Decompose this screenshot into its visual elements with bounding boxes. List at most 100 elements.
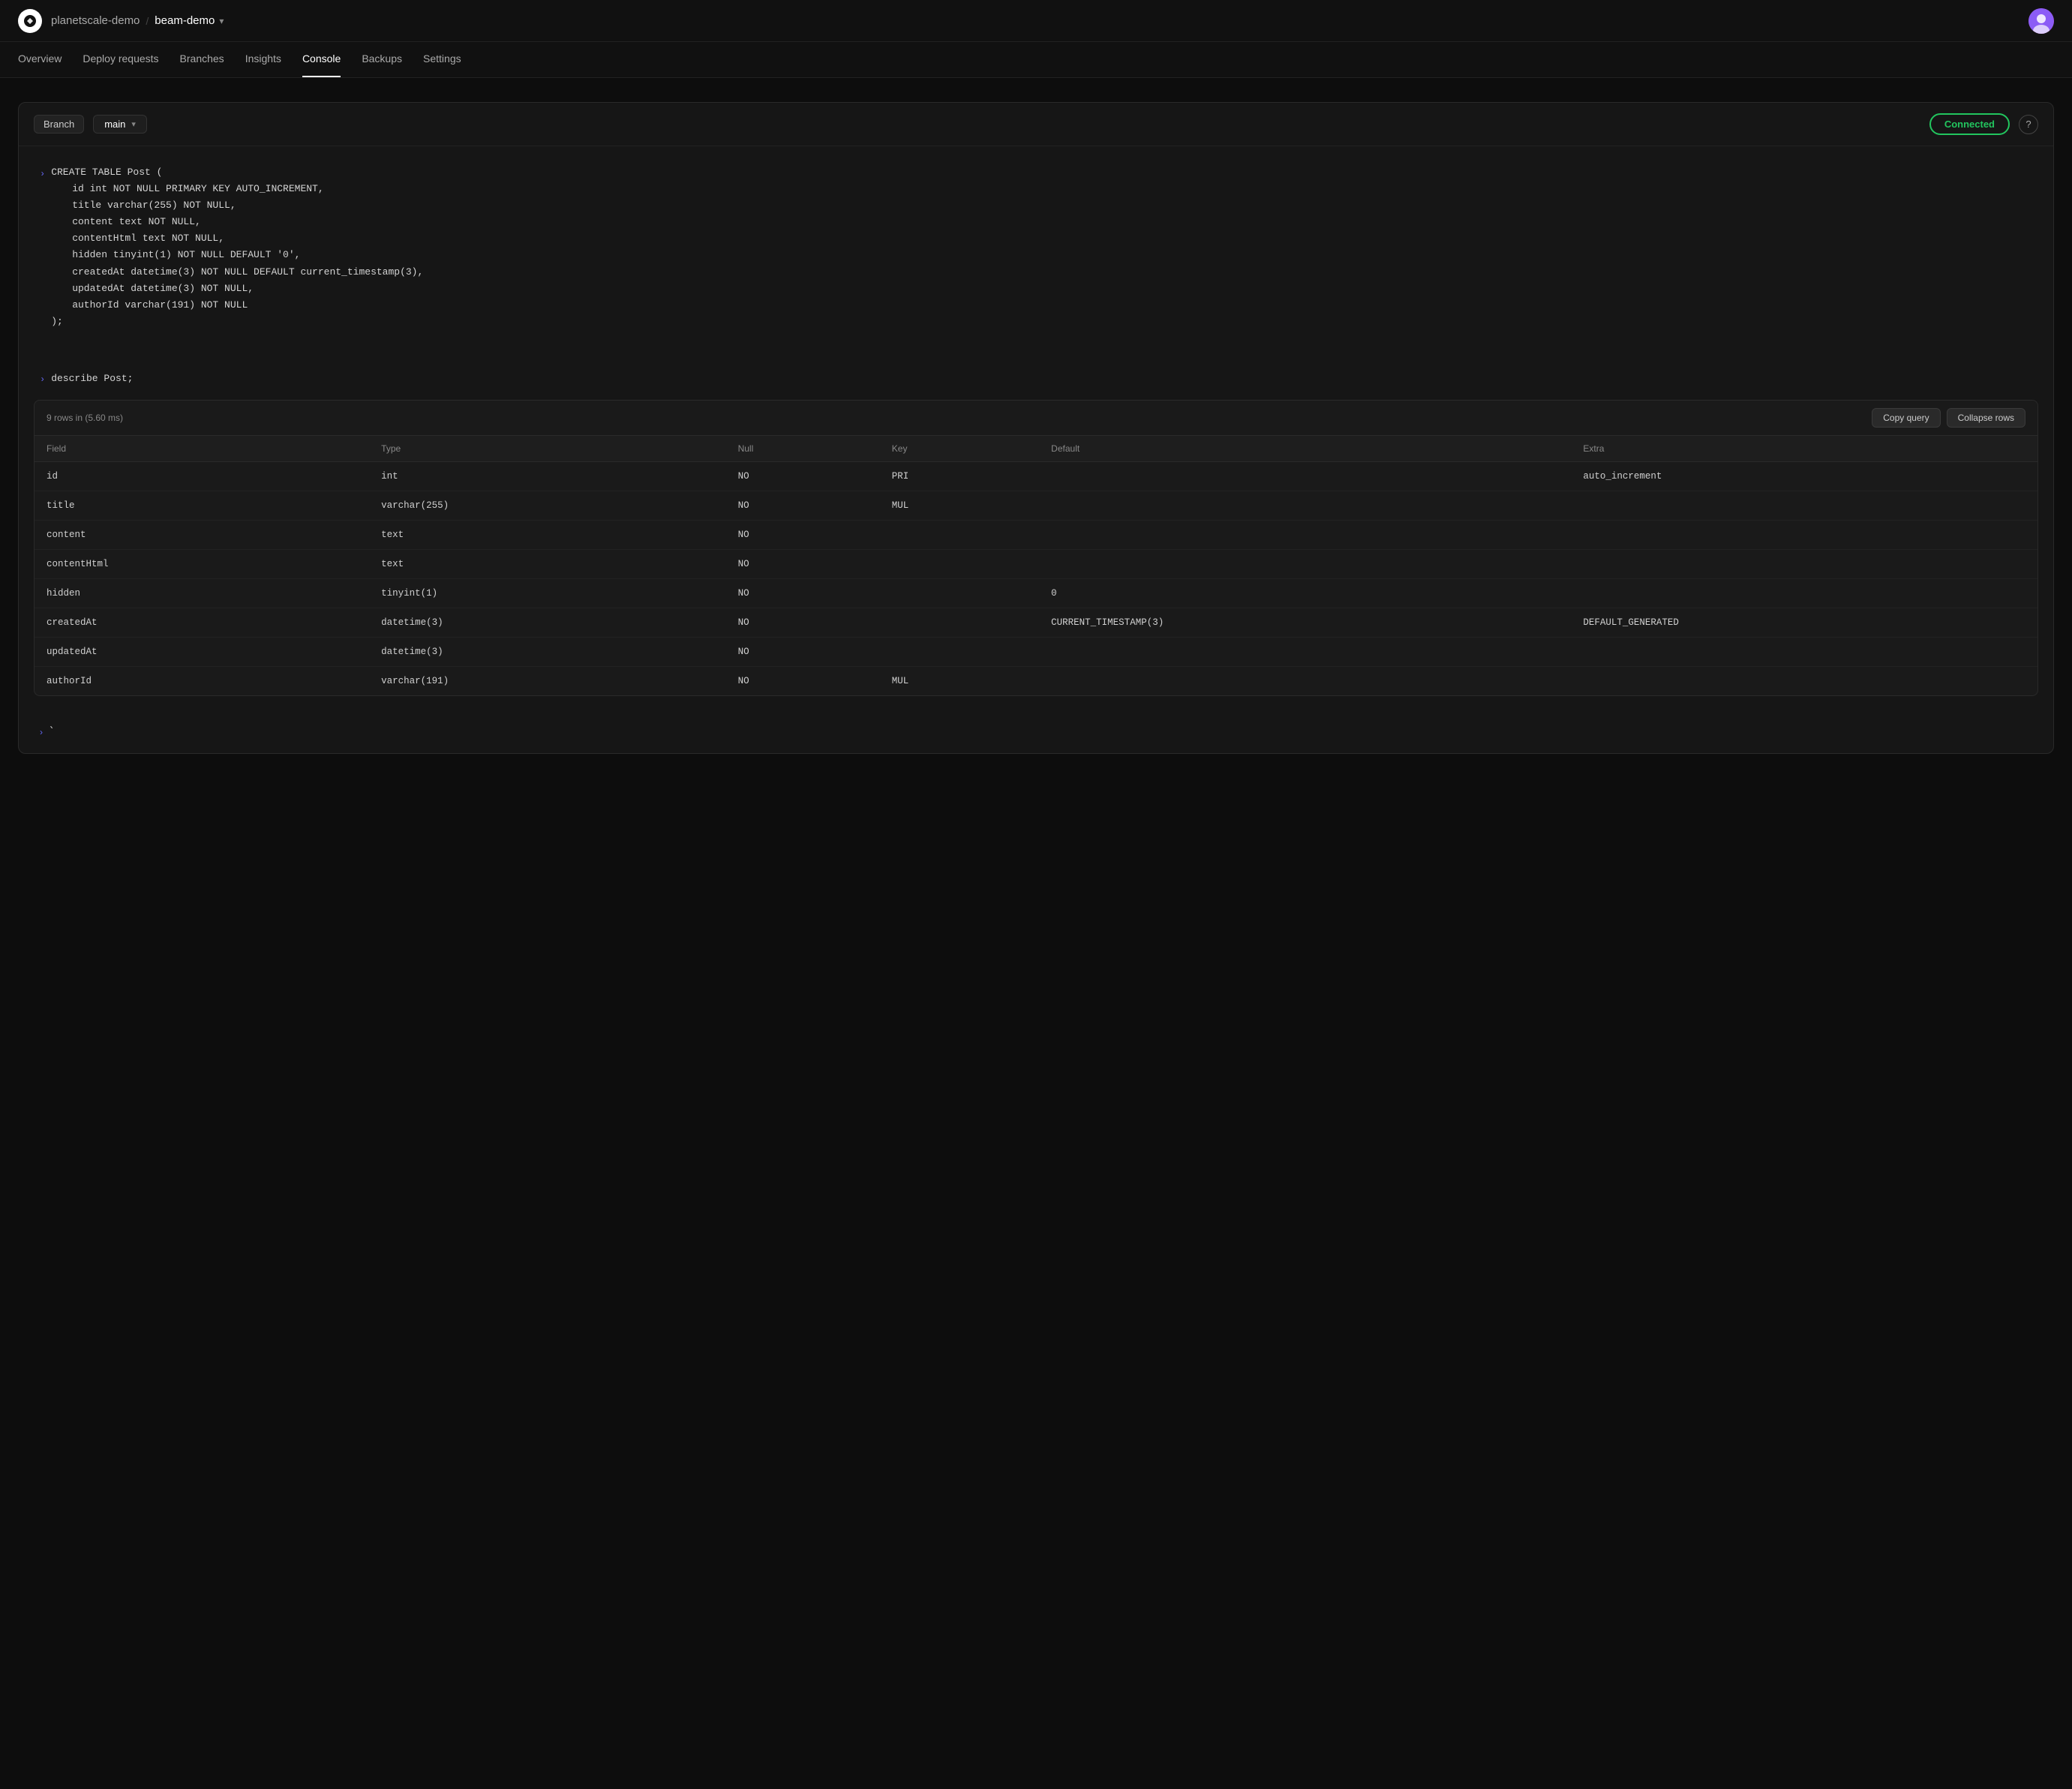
results-actions: Copy query Collapse rows (1872, 408, 2025, 428)
cell-default (1039, 520, 1571, 549)
topbar: planetscale-demo / beam-demo ▾ (0, 0, 2072, 42)
branch-label: Branch (34, 115, 84, 134)
cell-null: NO (726, 520, 880, 549)
cell-field: content (35, 520, 369, 549)
cell-field: hidden (35, 578, 369, 608)
cell-key: MUL (880, 491, 1039, 520)
cell-extra: DEFAULT_GENERATED (1571, 608, 2037, 637)
breadcrumb-separator: / (146, 15, 149, 27)
code-line-hidden: hidden tinyint(1) NOT NULL DEFAULT '0', (51, 247, 423, 263)
branch-bar: Branch main ▾ Connected ? (19, 103, 2053, 146)
nav-console[interactable]: Console (302, 42, 341, 77)
cell-key: MUL (880, 666, 1039, 695)
branch-select[interactable]: main ▾ (93, 115, 147, 134)
console-panel: Branch main ▾ Connected ? › CREATE TABLE… (18, 102, 2054, 754)
cell-field: id (35, 461, 369, 491)
describe-block: › describe Post; (19, 366, 2053, 391)
code-line-updatedat: updatedAt datetime(3) NOT NULL, (51, 281, 423, 297)
code-line-create: CREATE TABLE Post ( (51, 164, 423, 181)
nav-deploy-requests[interactable]: Deploy requests (83, 42, 158, 77)
cell-extra (1571, 637, 2037, 666)
help-icon[interactable]: ? (2019, 115, 2038, 134)
cell-key (880, 608, 1039, 637)
cell-field: contentHtml (35, 549, 369, 578)
collapse-rows-button[interactable]: Collapse rows (1947, 408, 2025, 428)
cell-null: NO (726, 637, 880, 666)
branch-chevron-icon: ▾ (131, 119, 136, 129)
cell-null: NO (726, 549, 880, 578)
cell-type: int (369, 461, 725, 491)
cell-extra (1571, 578, 2037, 608)
col-extra: Extra (1571, 436, 2037, 462)
main-content: Branch main ▾ Connected ? › CREATE TABLE… (0, 78, 2072, 778)
nav-branches[interactable]: Branches (180, 42, 224, 77)
cell-key (880, 520, 1039, 549)
cell-key (880, 578, 1039, 608)
repo-name[interactable]: beam-demo ▾ (155, 14, 224, 27)
cell-null: NO (726, 461, 880, 491)
table-row: idintNOPRIauto_increment (35, 461, 2037, 491)
results-area: 9 rows in (5.60 ms) Copy query Collapse … (34, 400, 2038, 696)
code-line-createdat: createdAt datetime(3) NOT NULL DEFAULT c… (51, 264, 423, 281)
cell-default (1039, 491, 1571, 520)
repo-chevron-icon: ▾ (219, 16, 224, 26)
cell-null: NO (726, 666, 880, 695)
copy-query-button[interactable]: Copy query (1872, 408, 1940, 428)
cell-field: title (35, 491, 369, 520)
cell-type: text (369, 520, 725, 549)
table-row: contenttextNO (35, 520, 2037, 549)
describe-line: › describe Post; (34, 366, 2038, 391)
col-null: Null (726, 436, 880, 462)
cell-default (1039, 461, 1571, 491)
cell-null: NO (726, 578, 880, 608)
cell-type: datetime(3) (369, 637, 725, 666)
code-line-close: ); (51, 314, 423, 330)
table-header-row: Field Type Null Key Default Extra (35, 436, 2037, 462)
cell-extra (1571, 491, 2037, 520)
org-name[interactable]: planetscale-demo (51, 14, 140, 27)
cell-extra: auto_increment (1571, 461, 2037, 491)
cell-type: varchar(191) (369, 666, 725, 695)
table-row: authorIdvarchar(191)NOMUL (35, 666, 2037, 695)
cursor-line: › ` (19, 711, 2053, 753)
nav-overview[interactable]: Overview (18, 42, 62, 77)
cell-default (1039, 666, 1571, 695)
subnav: Overview Deploy requests Branches Insigh… (0, 42, 2072, 78)
logo-icon (18, 9, 42, 33)
cell-type: varchar(255) (369, 491, 725, 520)
cell-null: NO (726, 608, 880, 637)
cell-type: text (369, 549, 725, 578)
code-line-content: content text NOT NULL, (51, 214, 423, 230)
nav-backups[interactable]: Backups (362, 42, 402, 77)
cell-extra (1571, 666, 2037, 695)
cell-default (1039, 549, 1571, 578)
col-key: Key (880, 436, 1039, 462)
avatar[interactable] (2028, 8, 2054, 34)
cell-field: createdAt (35, 608, 369, 637)
cell-type: datetime(3) (369, 608, 725, 637)
cell-default (1039, 637, 1571, 666)
table-row: contentHtmltextNO (35, 549, 2037, 578)
nav-insights[interactable]: Insights (245, 42, 281, 77)
col-field: Field (35, 436, 369, 462)
table-row: createdAtdatetime(3)NOCURRENT_TIMESTAMP(… (35, 608, 2037, 637)
cell-default: 0 (1039, 578, 1571, 608)
cursor-chevron-icon: › (40, 727, 43, 737)
cell-type: tinyint(1) (369, 578, 725, 608)
cell-extra (1571, 549, 2037, 578)
results-meta: 9 rows in (5.60 ms) (47, 413, 123, 423)
cell-key (880, 549, 1039, 578)
branch-value: main (104, 119, 125, 130)
table-row: titlevarchar(255)NOMUL (35, 491, 2037, 520)
code-block2-chevron[interactable]: › (40, 374, 45, 385)
code-block1-chevron[interactable]: › (40, 167, 45, 182)
cell-null: NO (726, 491, 880, 520)
code-line-title: title varchar(255) NOT NULL, (51, 197, 423, 214)
code-line-authorid: authorId varchar(191) NOT NULL (51, 297, 423, 314)
cursor-tick: ` (49, 726, 55, 738)
code-line-contenthtml: contentHtml text NOT NULL, (51, 230, 423, 247)
nav-settings[interactable]: Settings (423, 42, 461, 77)
col-default: Default (1039, 436, 1571, 462)
describe-command: describe Post; (51, 373, 133, 384)
col-type: Type (369, 436, 725, 462)
